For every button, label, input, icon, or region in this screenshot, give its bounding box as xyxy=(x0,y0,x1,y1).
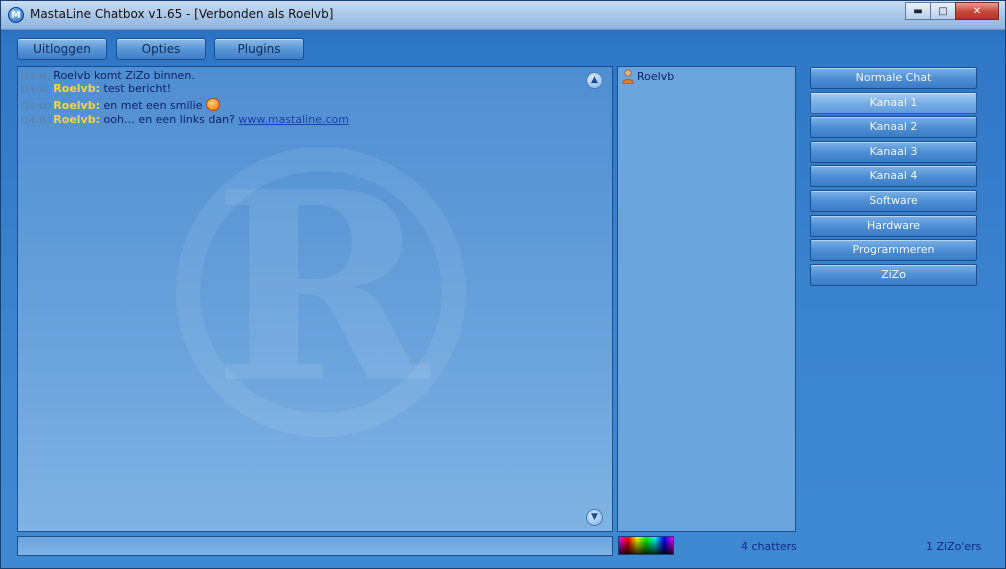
logo-watermark: R xyxy=(176,147,466,437)
message-text: ooh… en een links dan? xyxy=(103,113,235,126)
user-icon xyxy=(622,69,634,84)
message-nick[interactable]: Roelvb: xyxy=(53,113,100,126)
logout-button[interactable]: Uitloggen xyxy=(17,38,107,60)
options-button[interactable]: Opties xyxy=(116,38,206,60)
smilie-icon xyxy=(206,97,221,111)
message-time: [14:48] xyxy=(21,116,51,125)
message-text: en met een smilie xyxy=(103,99,203,112)
message-input[interactable] xyxy=(17,536,613,556)
message-nick[interactable]: Roelvb: xyxy=(53,82,100,95)
scroll-up-icon[interactable]: ▲ xyxy=(586,72,603,89)
chat-messages-pane[interactable]: R [14:48] Roelvb komt ZiZo binnen. [14:48… xyxy=(17,66,613,532)
channel-button[interactable]: Kanaal 3 xyxy=(810,141,977,163)
chatter-count: 4 chatters xyxy=(741,540,797,553)
channel-button[interactable]: ZiZo xyxy=(810,264,977,286)
message-nick[interactable]: Roelvb: xyxy=(53,99,100,112)
chat-window: M MastaLine Chatbox v1.65 - [Verbonden a… xyxy=(0,0,1006,569)
maximize-button[interactable]: □ xyxy=(930,2,956,20)
message-text: test bericht! xyxy=(103,82,172,95)
message-link[interactable]: www.mastaline.com xyxy=(238,113,349,126)
channel-status: 1 ZiZo'ers xyxy=(926,540,982,553)
chat-message: [14:48] Roelvb komt ZiZo binnen. xyxy=(21,69,195,82)
plugins-button[interactable]: Plugins xyxy=(214,38,304,60)
message-text: Roelvb komt ZiZo binnen. xyxy=(53,69,195,82)
chat-message: [14:48] Roelvb: test bericht! xyxy=(21,82,171,95)
chat-message: [14:48] Roelvb: en met een smilie xyxy=(21,97,221,113)
user-list[interactable]: Roelvb xyxy=(617,66,796,532)
close-button[interactable]: ✕ xyxy=(955,2,999,20)
scroll-down-icon[interactable]: ▼ xyxy=(586,509,603,526)
message-time: [14:48] xyxy=(21,85,51,94)
channel-button[interactable]: Normale Chat xyxy=(810,67,977,89)
message-time: [14:48] xyxy=(21,72,51,81)
channel-button[interactable]: Software xyxy=(810,190,977,212)
message-time: [14:48] xyxy=(21,102,51,111)
channel-button[interactable]: Programmeren xyxy=(810,239,977,261)
minimize-button[interactable]: ▬ xyxy=(905,2,931,20)
user-list-item[interactable]: Roelvb xyxy=(637,70,674,83)
channel-button[interactable]: Kanaal 1 xyxy=(810,92,977,114)
window-title: MastaLine Chatbox v1.65 - [Verbonden als… xyxy=(30,7,334,21)
channel-button[interactable]: Kanaal 4 xyxy=(810,165,977,187)
title-bar[interactable]: M MastaLine Chatbox v1.65 - [Verbonden a… xyxy=(1,1,1005,30)
channel-button[interactable]: Hardware xyxy=(810,215,977,237)
channel-button[interactable]: Kanaal 2 xyxy=(810,116,977,138)
color-picker[interactable] xyxy=(618,536,674,555)
app-icon: M xyxy=(8,7,24,23)
window-controls: ▬ □ ✕ xyxy=(905,2,999,20)
chat-message: [14:48] Roelvb: ooh… en een links dan? ww… xyxy=(21,113,349,126)
